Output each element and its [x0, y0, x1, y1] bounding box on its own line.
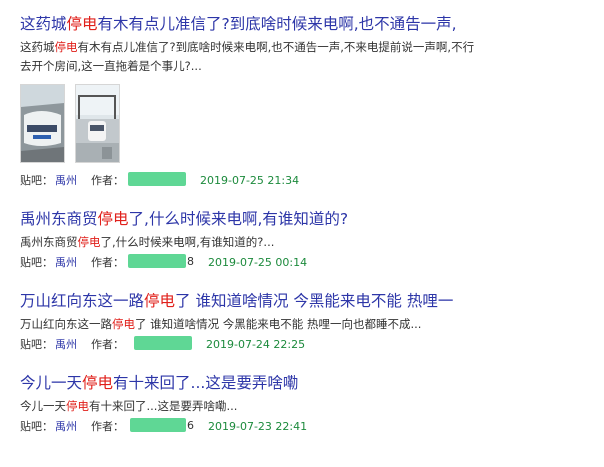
author-name-redacted[interactable] — [128, 336, 192, 350]
result-meta-4: 贴吧： 禹州 作者： 6 2019-07-23 22:41 — [20, 418, 307, 435]
title-text: 了 谁知道啥情况 今黑能来电不能 热哩一 — [175, 292, 454, 310]
abstract-text: 了 谁知道啥情况 今黑能来电不能 热哩一向也都睡不成... — [135, 317, 422, 331]
result-meta-1: 贴吧： 禹州 作者： 2019-07-25 21:34 — [20, 172, 299, 189]
title-text: 今儿一天 — [20, 374, 83, 392]
title-text: 了,什么时候来电啊,有谁知道的? — [128, 210, 349, 228]
result-meta-2: 贴吧： 禹州 作者： 8 2019-07-25 00:14 — [20, 254, 307, 271]
post-time: 2019-07-23 22:41 — [208, 420, 308, 433]
title-text: 禹州东商贸 — [20, 210, 98, 228]
redaction-mask — [130, 418, 186, 432]
redaction-mask — [134, 336, 192, 350]
title-highlight: 停电 — [144, 292, 176, 310]
author-label: 作者： — [91, 420, 124, 433]
author-label: 作者： — [91, 256, 124, 269]
post-time: 2019-07-24 22:25 — [206, 338, 306, 351]
abstract-highlight: 停电 — [112, 317, 135, 331]
author-label: 作者： — [91, 338, 124, 351]
abstract-text: 今儿一天 — [20, 399, 66, 413]
result-abstract-4: 今儿一天停电有十来回了...这是要弄啥嘞... — [20, 397, 595, 416]
title-highlight: 停电 — [66, 15, 98, 33]
forum-link[interactable]: 禹州 — [55, 256, 77, 269]
redaction-mask — [128, 172, 186, 186]
redaction-mask — [128, 254, 186, 268]
result-title-3[interactable]: 万山红向东这一路停电了 谁知道啥情况 今黑能来电不能 热哩一 — [20, 290, 453, 312]
result-title-2[interactable]: 禹州东商贸停电了,什么时候来电啊,有谁知道的? — [20, 208, 348, 230]
forum-link[interactable]: 禹州 — [55, 174, 77, 187]
thumbnail-image-1[interactable] — [20, 84, 65, 163]
result-abstract-2: 禹州东商贸停电了,什么时候来电啊,有谁知道的?... — [20, 233, 595, 252]
title-text: 万山红向东这一路 — [20, 292, 145, 310]
thumbnail-image-2[interactable] — [75, 84, 120, 163]
result-meta-3: 贴吧： 禹州 作者： 2019-07-24 22:25 — [20, 336, 305, 353]
title-highlight: 停电 — [97, 210, 129, 228]
title-text: 有十来回了...这是要弄啥嘞 — [113, 374, 299, 392]
result-abstract-3: 万山红向东这一路停电了 谁知道啥情况 今黑能来电不能 热哩一向也都睡不成... — [20, 315, 595, 334]
forum-label: 贴吧： — [20, 338, 53, 351]
title-text: 有木有点儿准信了?到底啥时候来电啊,也不通告一声, — [97, 15, 457, 33]
author-visible-text: 6 — [187, 419, 194, 432]
forum-label: 贴吧： — [20, 256, 53, 269]
title-highlight: 停电 — [82, 374, 114, 392]
forum-link[interactable]: 禹州 — [55, 420, 77, 433]
abstract-text: 有十来回了...这是要弄啥嘞... — [89, 399, 238, 413]
author-name-redacted[interactable]: 8 — [128, 254, 194, 268]
forum-label: 贴吧： — [20, 420, 53, 433]
post-time: 2019-07-25 21:34 — [200, 174, 300, 187]
abstract-text: 禹州东商贸 — [20, 235, 78, 249]
forum-label: 贴吧： — [20, 174, 53, 187]
forum-link[interactable]: 禹州 — [55, 338, 77, 351]
abstract-highlight: 停电 — [66, 399, 89, 413]
author-visible-text: 8 — [187, 255, 194, 268]
post-time: 2019-07-25 00:14 — [208, 256, 308, 269]
author-name-redacted[interactable] — [128, 172, 186, 186]
abstract-text: 去开个房间,这一直拖着是个事儿?... — [20, 59, 202, 73]
abstract-highlight: 停电 — [54, 40, 78, 54]
abstract-text: 有木有点儿准信了?到底啥时候来电啊,也不通告一声,不来电提前说一声啊,不行 — [77, 40, 475, 54]
result-title-4[interactable]: 今儿一天停电有十来回了...这是要弄啥嘞 — [20, 372, 298, 394]
author-name-redacted[interactable]: 6 — [128, 418, 194, 432]
abstract-text: 了,什么时候来电啊,有谁知道的?... — [100, 235, 275, 249]
author-label: 作者： — [91, 174, 124, 187]
title-text: 这药城 — [20, 15, 67, 33]
abstract-highlight: 停电 — [77, 235, 101, 249]
abstract-text: 万山红向东这一路 — [20, 317, 112, 331]
abstract-text: 这药城 — [20, 40, 55, 54]
result-title-1[interactable]: 这药城停电有木有点儿准信了?到底啥时候来电啊,也不通告一声, — [20, 13, 457, 35]
result-abstract-1: 这药城停电有木有点儿准信了?到底啥时候来电啊,也不通告一声,不来电提前说一声啊,… — [20, 38, 595, 76]
